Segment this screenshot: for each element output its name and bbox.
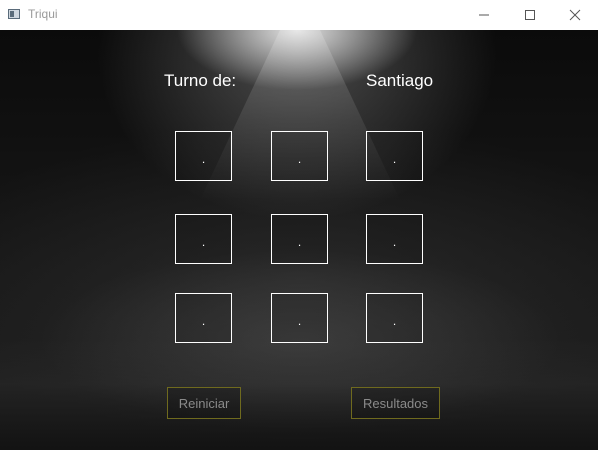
stage-floor: [0, 340, 598, 450]
cell-mark: .: [392, 314, 397, 328]
cell-mark: .: [201, 314, 206, 328]
title-bar: Triqui: [0, 0, 598, 30]
cell-mark: .: [201, 235, 206, 249]
close-icon: [569, 9, 581, 21]
results-button[interactable]: Resultados: [351, 387, 440, 419]
board-cell-0-1[interactable]: .: [271, 131, 328, 181]
reset-button[interactable]: Reiniciar: [167, 387, 241, 419]
board-cell-2-2[interactable]: .: [366, 293, 423, 343]
cell-mark: .: [297, 235, 302, 249]
game-stage: Turno de: Santiago . . . . . . . . . Rei…: [0, 30, 598, 450]
cell-mark: .: [392, 152, 397, 166]
cell-mark: .: [297, 314, 302, 328]
current-player-name: Santiago: [366, 71, 434, 90]
board-cell-1-1[interactable]: .: [271, 214, 328, 264]
app-icon: [8, 9, 20, 19]
minimize-icon: [479, 14, 489, 16]
maximize-button[interactable]: [507, 0, 553, 30]
window-title: Triqui: [28, 7, 58, 21]
board-cell-2-1[interactable]: .: [271, 293, 328, 343]
board-cell-1-0[interactable]: .: [175, 214, 232, 264]
board-cell-0-0[interactable]: .: [175, 131, 232, 181]
cell-mark: .: [297, 152, 302, 166]
maximize-icon: [525, 10, 535, 20]
board-cell-2-0[interactable]: .: [175, 293, 232, 343]
board-cell-1-2[interactable]: .: [366, 214, 423, 264]
turn-label: Turno de:: [164, 71, 237, 90]
close-button[interactable]: [552, 0, 598, 30]
cell-mark: .: [201, 152, 206, 166]
cell-mark: .: [392, 235, 397, 249]
board-cell-0-2[interactable]: .: [366, 131, 423, 181]
minimize-button[interactable]: [461, 0, 507, 30]
